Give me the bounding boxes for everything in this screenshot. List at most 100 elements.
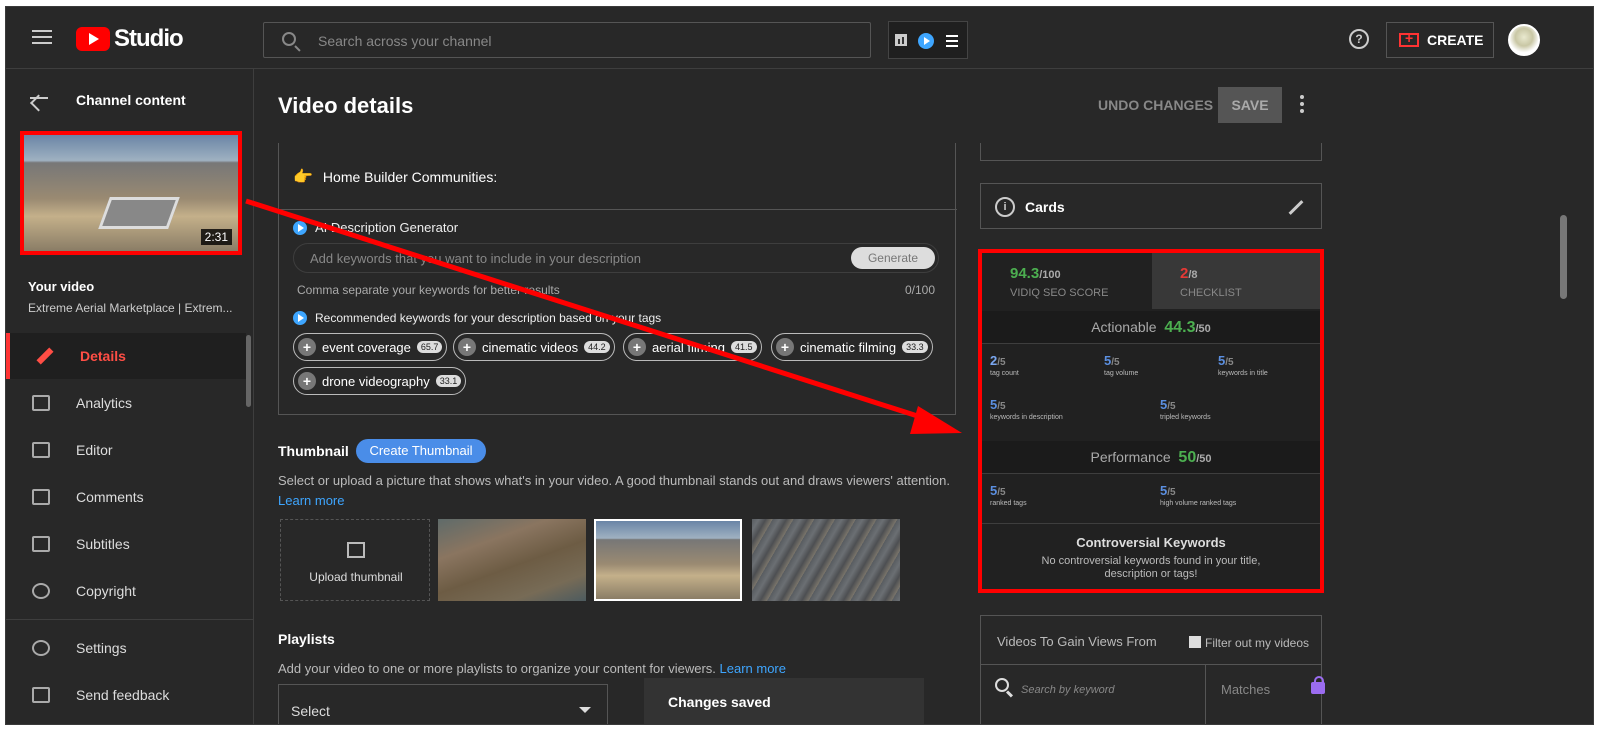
search-box[interactable]: Search across your channel [263,22,871,58]
cards-label: Cards [1025,199,1065,215]
divider [1205,664,1206,724]
upload-thumbnail-button[interactable]: Upload thumbnail [280,519,430,601]
video-add-icon [1399,30,1419,47]
sidebar-item-settings[interactable]: Settings [6,625,246,671]
info-icon: i [995,197,1015,217]
add-photo-icon [347,542,365,558]
sidebar-item-comments[interactable]: Comments [6,474,246,520]
divider [279,209,957,210]
sidebar-scrollbar[interactable] [246,335,251,407]
seo-score-tab[interactable]: 94.3/100 VIDIQ SEO SCORE [982,253,1152,309]
sidebar-item-label: Send feedback [76,687,170,703]
vidiq-seo-panel: 94.3/100 VIDIQ SEO SCORE 2/8 CHECKLIST A… [978,249,1324,593]
chip-score: 41.5 [730,341,757,353]
thumbnail-description: Select or upload a picture that shows wh… [278,473,950,488]
chip-score: 65.7 [416,341,443,353]
avatar[interactable] [1508,24,1540,56]
keywords-placeholder: Add keywords that you want to include in… [310,251,641,266]
videos-to-gain-views-panel: Videos To Gain Views From Filter out my … [980,615,1325,724]
pointing-finger-icon: 👉 [293,169,313,186]
sidebar-item-label: Analytics [76,395,133,411]
checklist-caption: CHECKLIST [1180,287,1242,299]
undo-changes-button[interactable]: UNDO CHANGES [1098,97,1213,113]
keyword-chip[interactable]: + drone videography 33.1 [293,367,467,395]
keyword-chip[interactable]: + cinematic filming 33.3 [771,333,933,361]
filter-checkbox[interactable] [1189,636,1201,648]
recommended-title-label: Recommended keywords for your descriptio… [315,311,662,325]
search-input[interactable]: Search across your channel [318,33,492,49]
video-title[interactable]: Extreme Aerial Marketplace | Extrem... [28,301,233,315]
main-content: Video details UNDO CHANGES SAVE 👉 Home B… [254,69,1593,724]
controversial-keywords-description: No controversial keywords found in your … [1041,555,1261,580]
description-text[interactable]: 👉 Home Builder Communities: [293,167,497,187]
menu-icon[interactable] [32,30,52,44]
playlists-description: Add your video to one or more playlists … [278,661,786,676]
filter-label: Filter out my videos [1205,636,1310,650]
metric-ranked-tags: 5/5 ranked tags [990,483,1027,507]
keywords-input[interactable]: Add keywords that you want to include in… [293,243,939,273]
top-bar: Studio Search across your channel ? CREA… [6,7,1593,69]
page-title: Video details [278,93,414,118]
keyword-search-input[interactable]: Search by keyword [1021,684,1115,696]
app-name[interactable]: Studio [114,25,184,53]
lock-icon[interactable] [1311,676,1325,694]
list-icon [946,35,958,37]
create-thumbnail-button[interactable]: Create Thumbnail [356,439,486,463]
more-options-icon[interactable] [1300,95,1304,116]
search-icon [282,32,296,46]
pencil-icon [36,347,54,365]
keyword-chip[interactable]: + event coverage 65.7 [293,333,448,361]
vidiq-toolbar[interactable] [888,21,968,59]
description-panel: 👉 Home Builder Communities: AI Descripti… [278,143,957,415]
editor-icon [32,442,50,458]
thumbnail-option[interactable] [438,519,586,601]
video-thumbnail[interactable]: 2:31 [20,131,242,255]
divider [981,664,1321,665]
studio-window: Studio Search across your channel ? CREA… [5,6,1594,725]
gain-views-title: Videos To Gain Views From [997,634,1157,649]
generate-button[interactable]: Generate [851,247,935,269]
metric-tag-count: 2/5 tag count [990,353,1019,377]
checklist-tab[interactable]: 2/8 CHECKLIST [1152,253,1320,309]
cards-panel[interactable]: i Cards [980,183,1322,229]
plus-icon: + [298,338,316,356]
thumbnail-option[interactable] [752,519,900,601]
edit-pencil-icon[interactable] [1288,200,1304,215]
changes-saved-toast: Changes saved [644,678,924,724]
thumbnail-option-selected[interactable] [594,519,742,601]
youtube-logo-icon[interactable] [76,27,110,51]
thumbnail-title: Thumbnail [278,443,349,459]
sidebar-item-send-feedback[interactable]: Send feedback [6,672,246,718]
save-button[interactable]: SAVE [1218,87,1282,123]
sidebar-item-analytics[interactable]: Analytics [6,380,246,426]
vidiq-toolbar-icons [895,33,958,49]
page-scrollbar[interactable] [1560,215,1567,299]
performance-band: Performance 50/50 [982,441,1320,473]
sidebar-item-copyright[interactable]: Copyright [6,568,246,614]
gear-icon [32,640,50,656]
keyword-chip[interactable]: + cinematic videos 44.2 [453,333,615,361]
chip-label: cinematic videos [482,339,579,355]
chip-score: 33.1 [435,375,462,387]
sidebar-item-editor[interactable]: Editor [6,427,246,473]
divider [982,523,1320,524]
ai-description-title: AI Description Generator [293,220,458,235]
create-button[interactable]: CREATE [1386,22,1494,58]
sidebar-divider [6,619,254,620]
keyword-chip[interactable]: + aerial filming 41.5 [623,333,762,361]
playlist-select[interactable]: Select [278,684,608,724]
panel-above-cards [980,143,1322,161]
plus-icon: + [776,338,794,356]
sidebar-item-label: Settings [76,640,127,656]
sidebar-item-subtitles[interactable]: Subtitles [6,521,246,567]
sidebar-item-details[interactable]: Details [6,333,246,379]
sidebar-item-label: Comments [76,489,144,505]
upload-thumbnail-label: Upload thumbnail [309,570,403,584]
vidiq-icon [293,220,307,235]
ai-title-label: AI Description Generator [315,220,459,235]
thumbnail-learn-more-link[interactable]: Learn more [278,493,344,508]
sidebar-item-label: Details [80,348,126,364]
playlists-learn-more-link[interactable]: Learn more [720,661,786,676]
back-arrow-icon[interactable] [30,97,48,99]
help-icon[interactable]: ? [1349,29,1369,49]
